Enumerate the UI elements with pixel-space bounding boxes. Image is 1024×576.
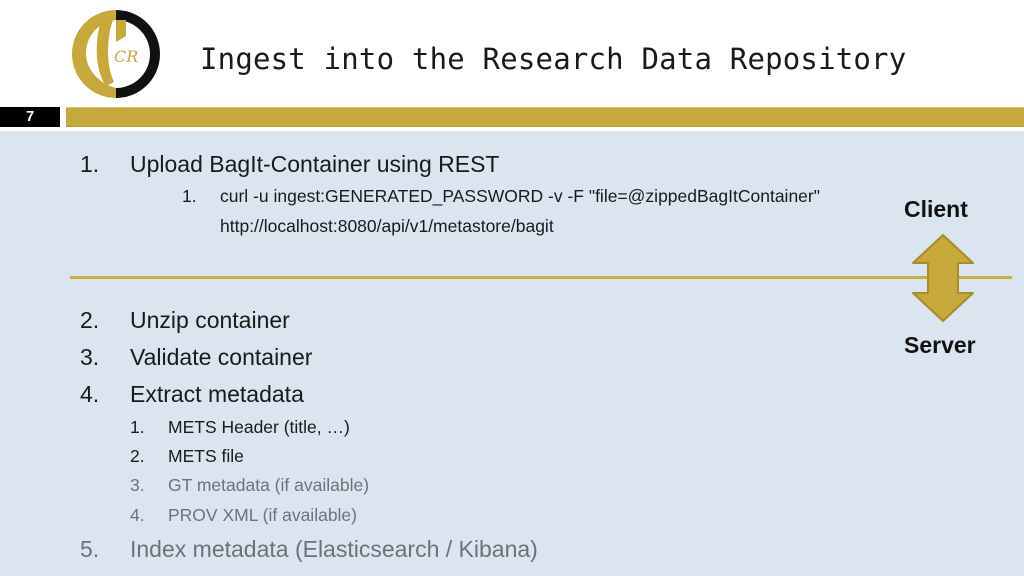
- step-number: 3.: [80, 344, 100, 370]
- step-text: Extract metadata: [130, 381, 304, 407]
- slide-number: 7: [0, 107, 60, 127]
- substep-number: 4.: [130, 505, 145, 525]
- substep-number: 1.: [182, 186, 197, 206]
- client-label: Client: [904, 196, 968, 222]
- slide-header: CR Ingest into the Research Data Reposit…: [0, 0, 1024, 106]
- slide-title: Ingest into the Research Data Repository: [200, 42, 907, 76]
- server-label: Server: [904, 332, 976, 358]
- step-number: 2.: [80, 307, 100, 333]
- step-number: 4.: [80, 381, 100, 407]
- step-text: Index metadata (Elasticsearch / Kibana): [130, 536, 538, 562]
- step-number: 1.: [80, 151, 100, 177]
- substep-text: METS Header (title, …): [168, 417, 350, 437]
- client-server-divider: [70, 276, 1012, 279]
- substep-text: PROV XML (if available): [168, 505, 357, 525]
- substep-number: 1.: [130, 417, 145, 437]
- curl-command-text: curl -u ingest:GENERATED_PASSWORD -v -F …: [220, 186, 820, 206]
- substep-text: METS file: [168, 446, 244, 466]
- substep-number: 3.: [130, 475, 145, 495]
- step-text: Unzip container: [130, 307, 290, 333]
- svg-text:CR: CR: [114, 47, 138, 66]
- step-text: Upload BagIt-Container using REST: [130, 151, 500, 177]
- step-number: 5.: [80, 536, 100, 562]
- step-text: Validate container: [130, 344, 313, 370]
- endpoint-url-text: http://localhost:8080/api/v1/metastore/b…: [220, 216, 554, 236]
- ocr-logo-icon: CR: [72, 10, 160, 98]
- substep-text: GT metadata (if available): [168, 475, 370, 495]
- substep-number: 2.: [130, 446, 145, 466]
- header-accent-bar: [66, 107, 1024, 127]
- double-headed-arrow-icon: [912, 234, 974, 322]
